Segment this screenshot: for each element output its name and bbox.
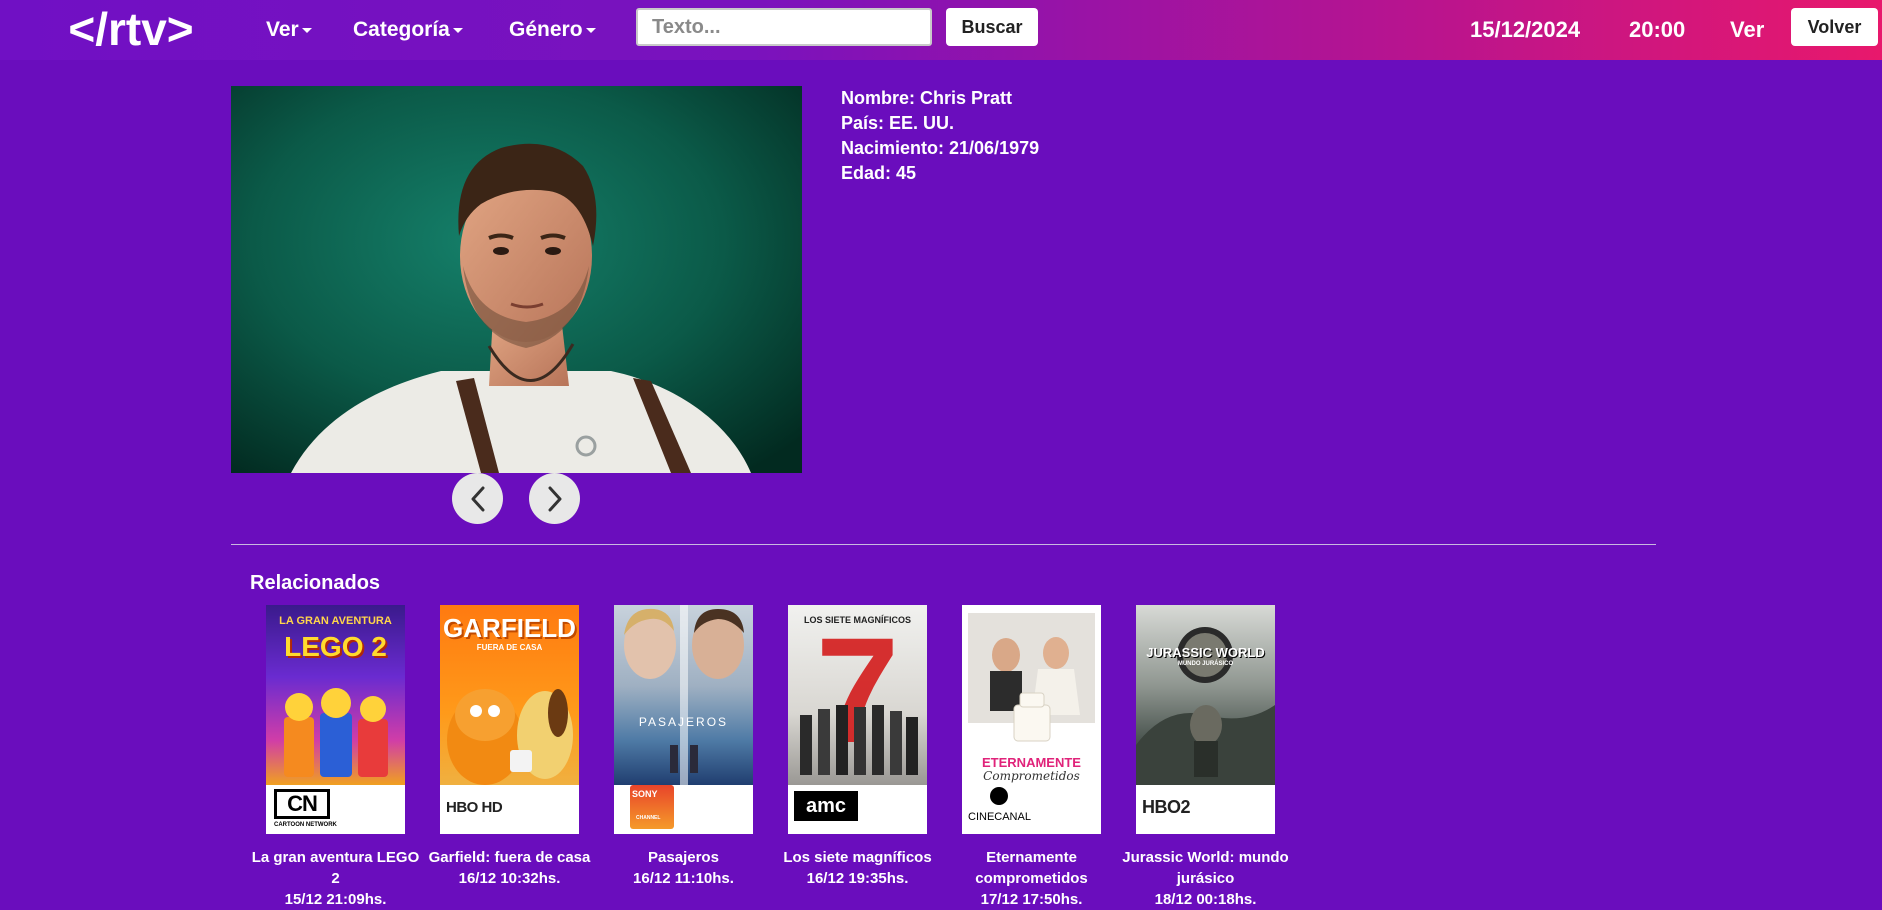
- movie-poster[interactable]: PASAJEROS: [614, 605, 753, 785]
- ver-link[interactable]: Ver: [1730, 16, 1764, 44]
- movie-time: 15/12 21:09hs.: [284, 891, 387, 908]
- poster-subtitle: LA GRAN AVENTURA: [279, 615, 392, 627]
- channel-logo: HBO HD: [440, 785, 579, 834]
- actor-info: Nombre: Chris Pratt País: EE. UU. Nacimi…: [841, 86, 1039, 186]
- poster-title: ETERNAMENTE: [982, 755, 1081, 770]
- previous-photo-button[interactable]: [452, 473, 503, 524]
- movie-title[interactable]: Garfield: fuera de casa: [423, 847, 597, 868]
- actor-photo: [231, 86, 802, 473]
- related-section-title: Relacionados: [250, 572, 381, 594]
- volver-button[interactable]: Volver: [1791, 8, 1878, 46]
- movie-poster[interactable]: LA GRAN AVENTURA LEGO 2: [266, 605, 405, 785]
- top-navbar: </rtv> Ver Categoría Género Buscar 15/12…: [0, 0, 1882, 60]
- rtv-logo[interactable]: </rtv>: [40, 4, 222, 56]
- movie-poster[interactable]: JURASSIC WORLD MUNDO JURÁSICO: [1136, 605, 1275, 785]
- search-button[interactable]: Buscar: [946, 8, 1038, 46]
- poster-title: GARFIELD: [443, 613, 576, 643]
- caret-down-icon: [452, 27, 463, 33]
- movie-time: 18/12 00:18hs.: [1154, 891, 1257, 908]
- related-card[interactable]: PASAJEROS SONY CHANNEL Pasajeros 16/12 1…: [614, 605, 753, 889]
- caret-down-icon: [585, 27, 596, 33]
- nav-ver[interactable]: Ver: [266, 16, 312, 44]
- poster-title: PASAJEROS: [638, 715, 729, 729]
- actor-name: Nombre: Chris Pratt: [841, 88, 1013, 108]
- channel-logo: CN CARTOON NETWORK: [266, 785, 405, 834]
- poster-title: LEGO 2: [284, 631, 387, 662]
- related-card[interactable]: LOS SIETE MAGNÍFICOS 7 amc Los siete mag…: [783, 605, 932, 889]
- poster-title: JURASSIC WORLD: [1146, 645, 1265, 660]
- search-input[interactable]: [636, 8, 932, 46]
- movie-title[interactable]: Eternamente comprometidos: [945, 847, 1119, 889]
- related-card[interactable]: LA GRAN AVENTURA LEGO 2 CN CARTOON NETWO…: [252, 605, 419, 910]
- actor-birthdate: Nacimiento: 21/06/1979: [841, 138, 1040, 158]
- movie-poster[interactable]: LOS SIETE MAGNÍFICOS 7: [788, 605, 927, 785]
- nav-genero[interactable]: Género: [509, 16, 596, 44]
- section-divider: [231, 544, 1656, 545]
- nav-categoria-label: Categoría: [353, 18, 450, 41]
- chevron-left-icon: [471, 486, 484, 511]
- current-date: 15/12/2024: [1470, 17, 1581, 42]
- movie-poster[interactable]: GARFIELD FUERA DE CASA: [440, 605, 579, 785]
- svg-text:</rtv>: </rtv>: [68, 4, 193, 55]
- related-card[interactable]: GARFIELD FUERA DE CASA HBO HD Garfield: …: [429, 605, 590, 889]
- channel-logo: CINECANAL: [962, 785, 1101, 834]
- caret-down-icon: [301, 27, 312, 33]
- movie-title[interactable]: Pasajeros: [597, 847, 771, 868]
- actor-country: País: EE. UU.: [841, 113, 955, 133]
- nav-categoria[interactable]: Categoría: [353, 16, 463, 44]
- poster-subtitle: FUERA DE CASA: [476, 643, 543, 652]
- movie-time: 17/12 17:50hs.: [980, 891, 1083, 908]
- related-card[interactable]: JURASSIC WORLD MUNDO JURÁSICO HBO2 Juras…: [1122, 605, 1289, 910]
- actor-age: Edad: 45: [841, 163, 917, 183]
- movie-time: 16/12 19:35hs.: [806, 870, 909, 887]
- nav-ver-label: Ver: [266, 18, 299, 41]
- movie-title[interactable]: Los siete magníficos: [771, 847, 945, 868]
- movie-time: 16/12 10:32hs.: [458, 870, 561, 887]
- poster-subtitle: MUNDO JURÁSICO: [1177, 661, 1234, 667]
- movie-title[interactable]: La gran aventura LEGO 2: [249, 847, 423, 889]
- current-time: 20:00: [1629, 17, 1686, 42]
- nav-genero-label: Género: [509, 18, 583, 41]
- poster-subtitle: Comprometidos: [983, 769, 1080, 783]
- movie-time: 16/12 11:10hs.: [633, 870, 734, 887]
- channel-logo: amc: [788, 785, 927, 834]
- next-photo-button[interactable]: [529, 473, 580, 524]
- movie-poster[interactable]: ETERNAMENTE Comprometidos: [962, 605, 1101, 785]
- channel-logo: SONY CHANNEL: [614, 785, 753, 834]
- movie-title[interactable]: Jurassic World: mundo jurásico: [1119, 847, 1293, 889]
- chevron-right-icon: [548, 486, 561, 511]
- related-card[interactable]: ETERNAMENTE Comprometidos CINECANAL Eter…: [962, 605, 1101, 910]
- channel-logo: HBO2: [1136, 785, 1275, 834]
